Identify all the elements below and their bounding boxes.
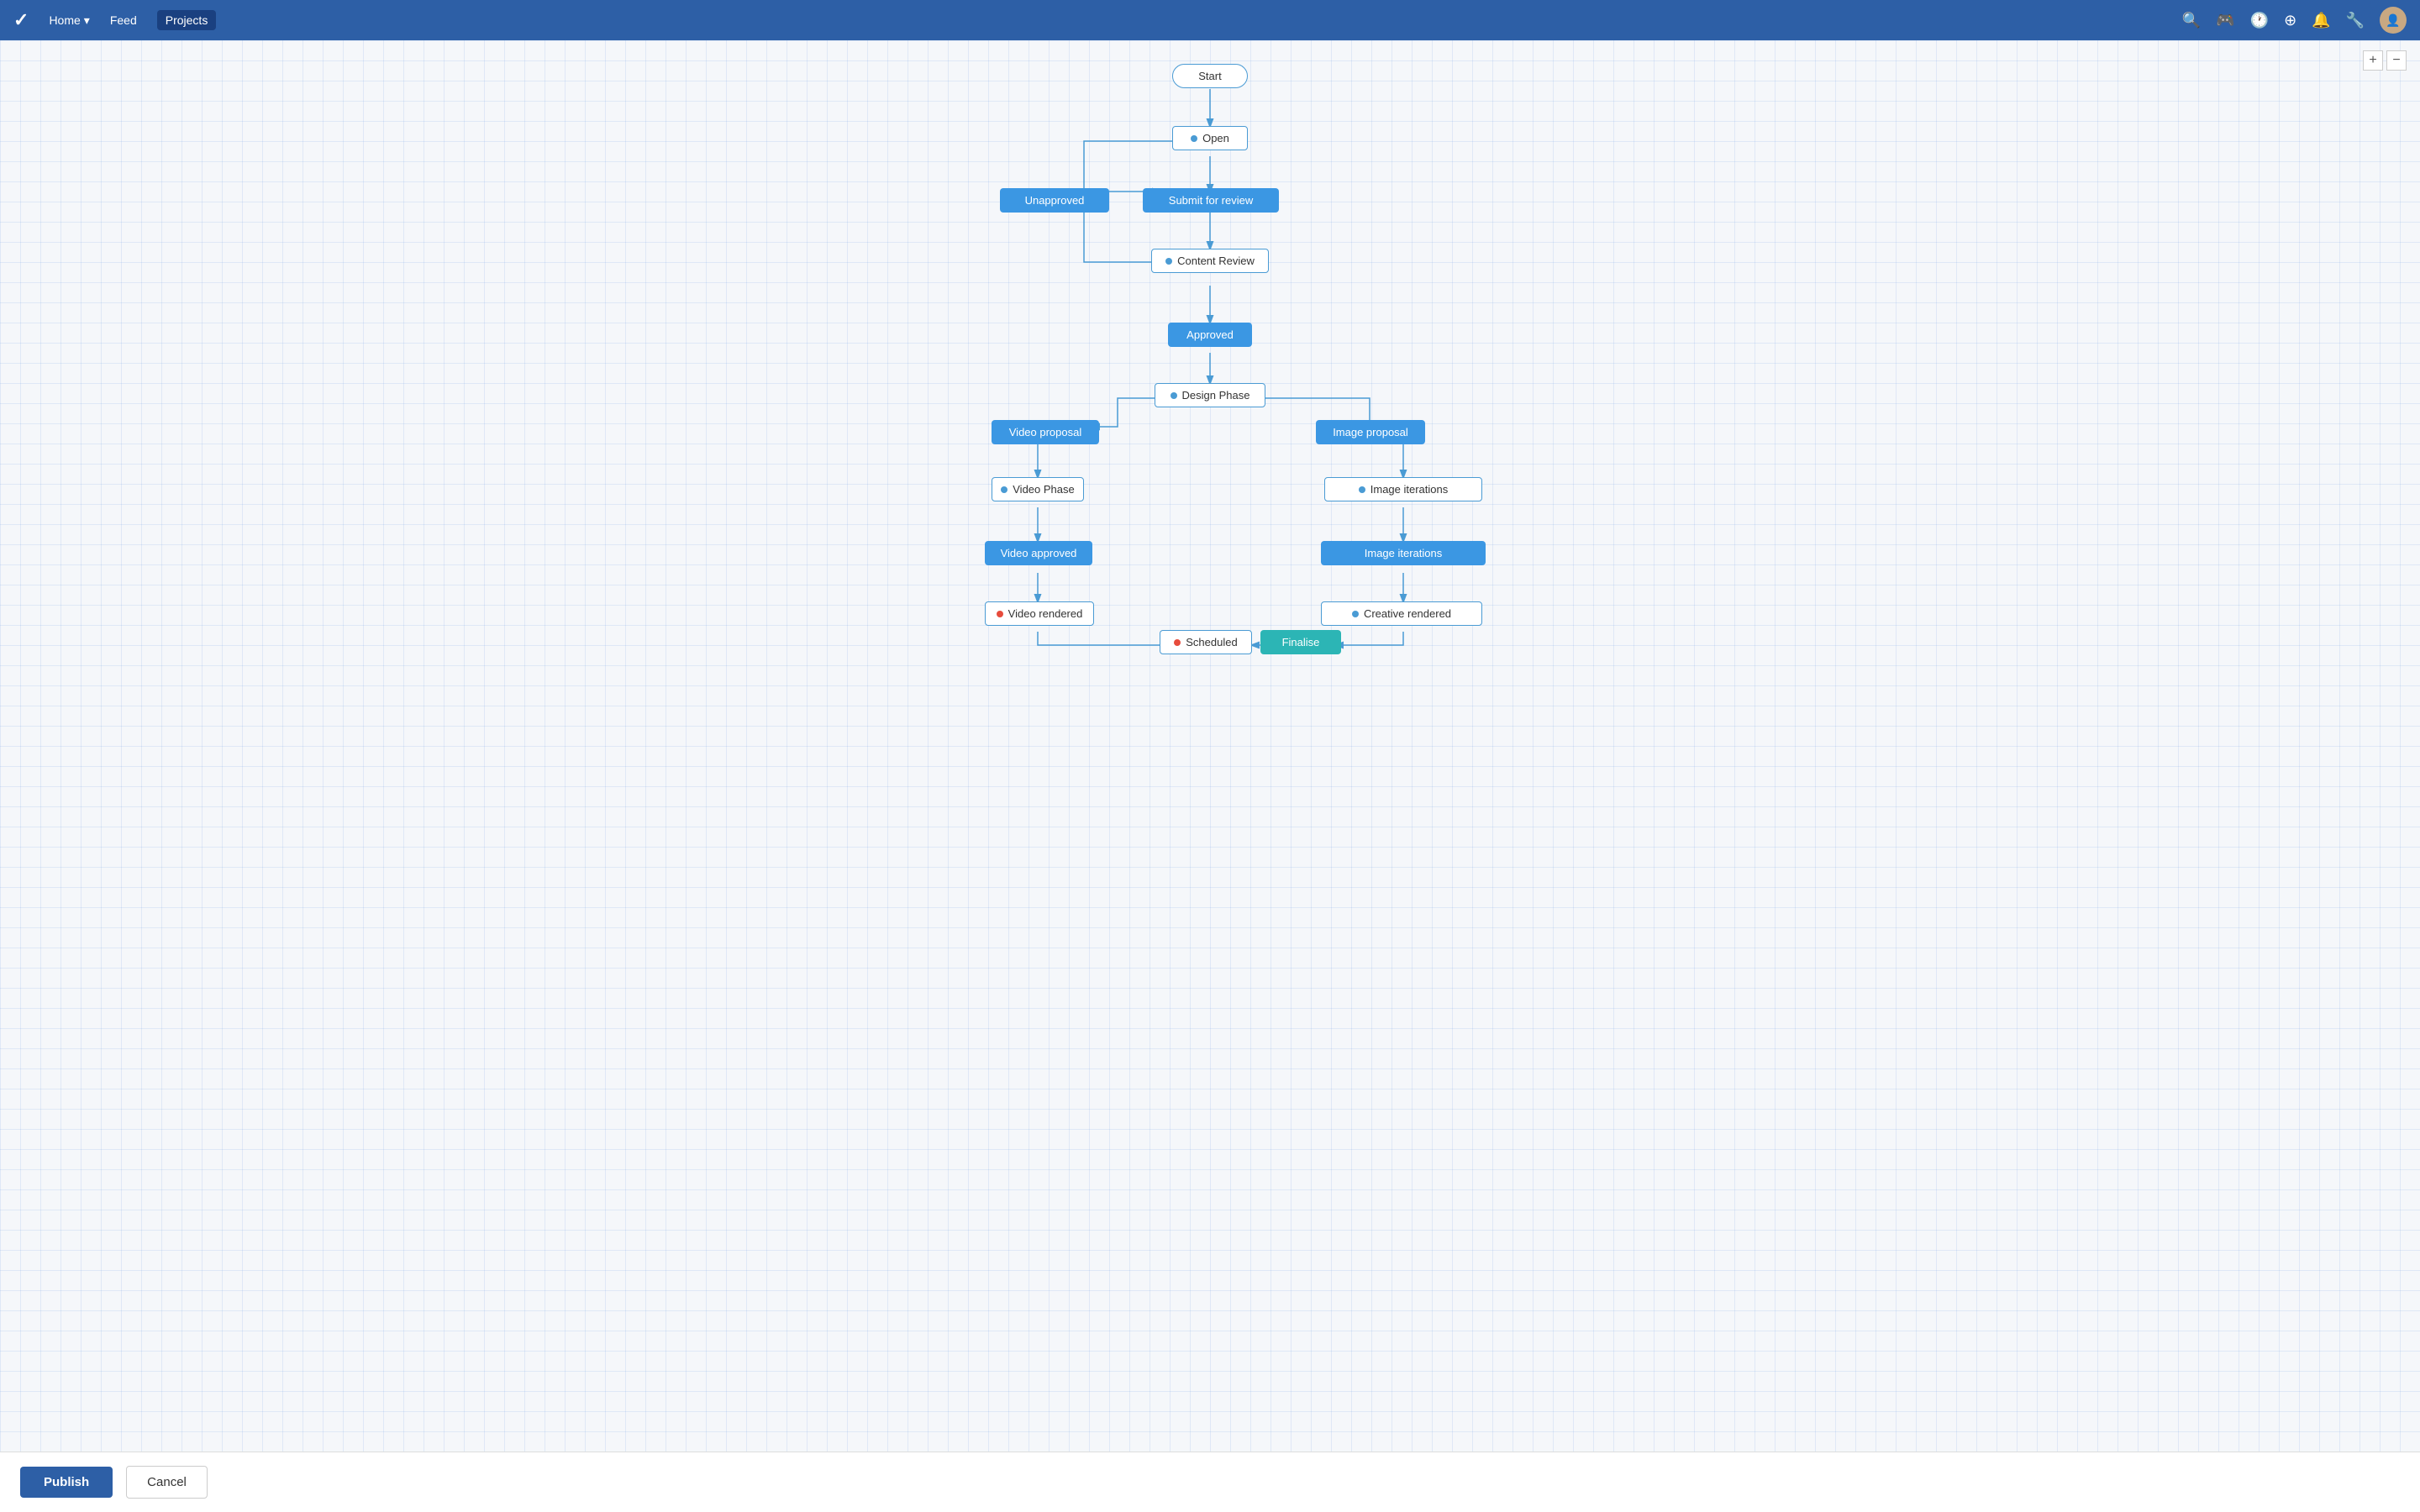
canvas-area: + − bbox=[0, 40, 2420, 1452]
zoom-controls: + − bbox=[2363, 50, 2407, 71]
plus-circle-icon[interactable]: ⊕ bbox=[2284, 12, 2296, 29]
node-video-approved[interactable]: Video approved bbox=[985, 541, 1092, 565]
node-image-proposal[interactable]: Image proposal bbox=[1316, 420, 1425, 444]
node-finalise[interactable]: Finalise bbox=[1260, 630, 1341, 654]
node-scheduled[interactable]: Scheduled bbox=[1160, 630, 1252, 654]
bell-icon[interactable]: 🔔 bbox=[2312, 12, 2330, 29]
node-submit-for-review[interactable]: Submit for review bbox=[1143, 188, 1279, 213]
footer: Publish Cancel bbox=[0, 1452, 2420, 1512]
flowchart: Start Open Unapproved Submit for review … bbox=[832, 40, 1588, 696]
search-icon[interactable]: 🔍 bbox=[2182, 12, 2201, 29]
node-creative-rendered[interactable]: Creative rendered bbox=[1321, 601, 1482, 626]
node-image-iterations-2[interactable]: Image iterations bbox=[1321, 541, 1486, 565]
node-video-rendered[interactable]: Video rendered bbox=[985, 601, 1094, 626]
zoom-in-button[interactable]: + bbox=[2363, 50, 2383, 71]
creative-rendered-dot bbox=[1352, 611, 1359, 617]
navbar: ✓ Home ▾ Feed Projects 🔍 🎮 🕐 ⊕ 🔔 🔧 👤 bbox=[0, 0, 2420, 40]
node-approved[interactable]: Approved bbox=[1168, 323, 1252, 347]
nav-item-feed[interactable]: Feed bbox=[110, 13, 137, 27]
node-design-phase[interactable]: Design Phase bbox=[1155, 383, 1265, 407]
video-rendered-dot bbox=[997, 611, 1003, 617]
publish-button[interactable]: Publish bbox=[20, 1467, 113, 1498]
nav-item-home[interactable]: Home ▾ bbox=[49, 13, 89, 28]
node-content-review[interactable]: Content Review bbox=[1151, 249, 1269, 273]
nav-item-projects[interactable]: Projects bbox=[157, 10, 217, 30]
node-open[interactable]: Open bbox=[1172, 126, 1248, 150]
design-phase-dot bbox=[1171, 392, 1177, 399]
node-video-proposal[interactable]: Video proposal bbox=[992, 420, 1099, 444]
nav-logo: ✓ bbox=[13, 9, 29, 31]
node-video-phase[interactable]: Video Phase bbox=[992, 477, 1084, 501]
clock-icon[interactable]: 🕐 bbox=[2250, 12, 2269, 29]
node-image-iterations-1[interactable]: Image iterations bbox=[1324, 477, 1482, 501]
avatar[interactable]: 👤 bbox=[2380, 7, 2407, 34]
nav-icons: 🔍 🎮 🕐 ⊕ 🔔 🔧 👤 bbox=[2182, 7, 2407, 34]
cancel-button[interactable]: Cancel bbox=[126, 1466, 208, 1499]
image-iter-1-dot bbox=[1359, 486, 1365, 493]
content-review-dot bbox=[1165, 258, 1172, 265]
node-unapproved[interactable]: Unapproved bbox=[1000, 188, 1109, 213]
video-phase-dot bbox=[1001, 486, 1007, 493]
wrench-icon[interactable]: 🔧 bbox=[2346, 12, 2365, 29]
node-start[interactable]: Start bbox=[1172, 64, 1248, 88]
zoom-out-button[interactable]: − bbox=[2386, 50, 2407, 71]
open-dot bbox=[1191, 135, 1197, 142]
scheduled-dot bbox=[1174, 639, 1181, 646]
gamepad-icon[interactable]: 🎮 bbox=[2216, 12, 2234, 29]
